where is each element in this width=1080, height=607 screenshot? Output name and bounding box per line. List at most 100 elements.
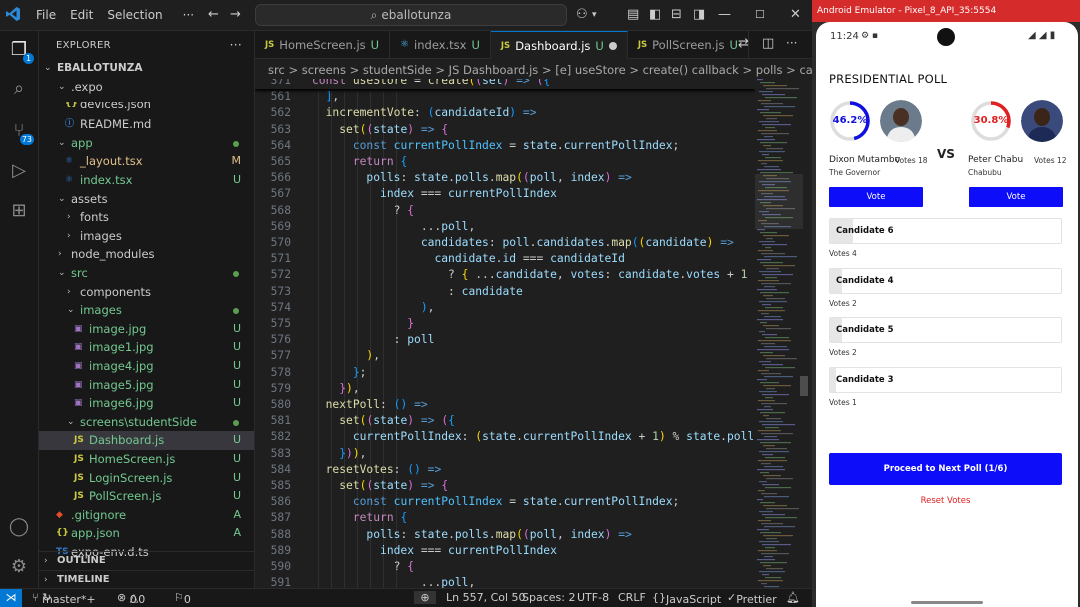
code-line[interactable]: 562 incrementVote: (candidateId) => xyxy=(255,105,755,121)
line-ending[interactable]: CRLF xyxy=(618,591,646,604)
tree-item-loginscreen-js[interactable]: JS LoginScreen.js U xyxy=(39,469,254,488)
tree-item-screens-studentside[interactable]: ⌄ screens\studentSide xyxy=(39,413,254,432)
tree-item-pollscreen-js[interactable]: JS PollScreen.js U xyxy=(39,487,254,506)
code-line[interactable]: 584 resetVotes: () => xyxy=(255,462,755,478)
code-line[interactable]: 585 set((state) => { xyxy=(255,478,755,494)
command-center-search[interactable]: ⌕ eballotunza xyxy=(255,4,567,26)
back-arrow-icon[interactable]: ← xyxy=(208,6,219,24)
more-actions-icon[interactable]: ··· xyxy=(230,38,242,52)
proceed-next-poll-button[interactable]: Proceed to Next Poll (1/6) xyxy=(829,453,1062,485)
sticky-scroll-line[interactable]: 371 const useStore = create((set) => ({ xyxy=(255,79,755,90)
breadcrumb[interactable]: src > screens > studentSide > JS Dashboa… xyxy=(255,59,812,81)
code-line[interactable]: 583 })), xyxy=(255,446,755,462)
code-line[interactable]: 589 index === currentPollIndex xyxy=(255,543,755,559)
cursor-position[interactable]: Ln 557, Col 50 xyxy=(446,591,526,604)
code-line[interactable]: 578 }; xyxy=(255,365,755,381)
code-line[interactable]: 570 candidates: poll.candidates.map((can… xyxy=(255,235,755,251)
tree-item-images[interactable]: ⌄ images xyxy=(39,301,254,320)
tree-item-components[interactable]: › components xyxy=(39,283,254,302)
search-sidebar-icon[interactable]: ⌕ xyxy=(7,77,31,101)
layout-icon[interactable]: ▤ xyxy=(627,6,639,24)
minimize-icon[interactable]: — xyxy=(718,6,731,24)
code-line[interactable]: 577 ), xyxy=(255,348,755,364)
menu-more[interactable]: ··· xyxy=(176,8,201,22)
tree-item-gitignore[interactable]: ◆ .gitignore A xyxy=(39,506,254,525)
tab-pollscreen-js[interactable]: JS PollScreen.js U xyxy=(628,31,749,59)
split-editor-icon[interactable]: ◫ xyxy=(762,36,774,51)
copilot-icon[interactable]: ⚇ xyxy=(576,6,588,24)
remote-icon[interactable]: ⋊ xyxy=(0,589,22,607)
tree-item-image-jpg[interactable]: ▣ image.jpg U xyxy=(39,320,254,339)
reset-votes-button[interactable]: Reset Votes xyxy=(829,496,1062,506)
left-vote-button[interactable]: Vote xyxy=(829,187,923,207)
code-line[interactable]: 580 nextPoll: () => xyxy=(255,397,755,413)
tab-dashboard-js[interactable]: JS Dashboard.js U xyxy=(490,31,628,59)
menu-edit[interactable]: Edit xyxy=(63,8,100,22)
tree-item-devices-json[interactable]: {} devices.json xyxy=(39,102,254,112)
code-line[interactable]: 571 candidate.id === candidateId xyxy=(255,251,755,267)
candidate-row[interactable]: Candidate 4 xyxy=(829,267,1062,294)
tree-item-images[interactable]: › images xyxy=(39,227,254,246)
explorer-icon[interactable]: ❐ 1 xyxy=(7,38,34,64)
tree-item-node-modules[interactable]: › node_modules xyxy=(39,245,254,264)
code-line[interactable]: 561 ], xyxy=(255,89,755,105)
chevron-down-icon[interactable]: ▾ xyxy=(592,6,597,24)
language-mode[interactable]: {} JavaScript xyxy=(652,591,721,606)
toggle-panel-icon[interactable]: ⊟ xyxy=(671,6,682,24)
tree-item-dashboard-js[interactable]: JS Dashboard.js U xyxy=(39,431,254,450)
minimap[interactable] xyxy=(755,79,803,588)
menu-selection[interactable]: Selection xyxy=(100,8,169,22)
code-line[interactable]: 591 ...poll, xyxy=(255,575,755,588)
code-view[interactable]: 371 const useStore = create((set) => ({56… xyxy=(255,79,755,588)
zoom-icon[interactable]: ⊕ xyxy=(414,591,436,604)
code-line[interactable]: 586 const currentPollIndex = state.curre… xyxy=(255,494,755,510)
close-icon[interactable]: ✕ xyxy=(790,6,801,24)
code-line[interactable]: 566 polls: state.polls.map((poll, index)… xyxy=(255,170,755,186)
code-line[interactable]: 581 set((state) => ({ xyxy=(255,413,755,429)
code-line[interactable]: 572 ? { ...candidate, votes: candidate.v… xyxy=(255,267,755,283)
toggle-secondary-sidebar-icon[interactable]: ◨ xyxy=(693,6,705,24)
maximize-icon[interactable]: ☐ xyxy=(755,6,765,24)
toggle-sidebar-icon[interactable]: ◧ xyxy=(649,6,661,24)
code-line[interactable]: 588 polls: state.polls.map((poll, index)… xyxy=(255,527,755,543)
code-line[interactable]: 590 ? { xyxy=(255,559,755,575)
code-line[interactable]: 582 currentPollIndex: (state.currentPoll… xyxy=(255,429,755,445)
tree-item-image4-jpg[interactable]: ▣ image4.jpg U xyxy=(39,357,254,376)
tree-item-fonts[interactable]: › fonts xyxy=(39,208,254,227)
tree-item-image1-jpg[interactable]: ▣ image1.jpg U xyxy=(39,338,254,357)
extensions-icon[interactable]: ⊞ xyxy=(7,199,31,223)
account-icon[interactable]: ◯ xyxy=(7,515,31,539)
project-root[interactable]: ⌄ EBALLOTUNZA xyxy=(39,59,254,78)
code-line[interactable]: 564 const currentPollIndex = state.curre… xyxy=(255,138,755,154)
timeline-section[interactable]: › TIMELINE xyxy=(39,570,254,588)
tab-homescreen-js[interactable]: JS HomeScreen.js U xyxy=(255,31,391,59)
settings-gear-icon[interactable]: ⚙ xyxy=(7,555,31,579)
encoding[interactable]: UTF-8 xyxy=(577,591,609,604)
editor-more-icon[interactable]: ··· xyxy=(786,36,797,50)
code-line[interactable]: 573 : candidate xyxy=(255,284,755,300)
code-line[interactable]: 568 ? { xyxy=(255,203,755,219)
code-line[interactable]: 579 }), xyxy=(255,381,755,397)
run-debug-icon[interactable]: ▷ xyxy=(7,159,31,183)
vertical-scrollbar[interactable] xyxy=(800,376,808,396)
tree-item-homescreen-js[interactable]: JS HomeScreen.js U xyxy=(39,450,254,469)
code-line[interactable]: 574 ), xyxy=(255,300,755,316)
right-vote-button[interactable]: Vote xyxy=(969,187,1063,207)
ports-status[interactable]: ⚐ 0 xyxy=(174,591,191,606)
gesture-nav-handle[interactable] xyxy=(911,601,983,604)
forward-arrow-icon[interactable]: → xyxy=(230,6,241,24)
tree-item-app-json[interactable]: {} app.json A xyxy=(39,524,254,543)
tree-item-image5-jpg[interactable]: ▣ image5.jpg U xyxy=(39,376,254,395)
tree-item-image6-jpg[interactable]: ▣ image6.jpg U xyxy=(39,394,254,413)
tree-item-layout-tsx[interactable]: ⚛ _layout.tsx M xyxy=(39,152,254,171)
tree-item-readme-md[interactable]: ⓘ README.md xyxy=(39,115,254,134)
indentation[interactable]: Spaces: 2 xyxy=(522,591,575,604)
candidate-row[interactable]: Candidate 5 xyxy=(829,317,1062,344)
outline-section[interactable]: › OUTLINE xyxy=(39,551,254,570)
candidate-row[interactable]: Candidate 3 xyxy=(829,366,1062,393)
code-line[interactable]: 565 return { xyxy=(255,154,755,170)
problems-status[interactable]: ⊗ 0 △ 0 xyxy=(117,591,145,606)
code-line[interactable]: 575 } xyxy=(255,316,755,332)
code-line[interactable]: 569 ...poll, xyxy=(255,219,755,235)
source-control-icon[interactable]: ⑂ 73 xyxy=(7,119,34,145)
